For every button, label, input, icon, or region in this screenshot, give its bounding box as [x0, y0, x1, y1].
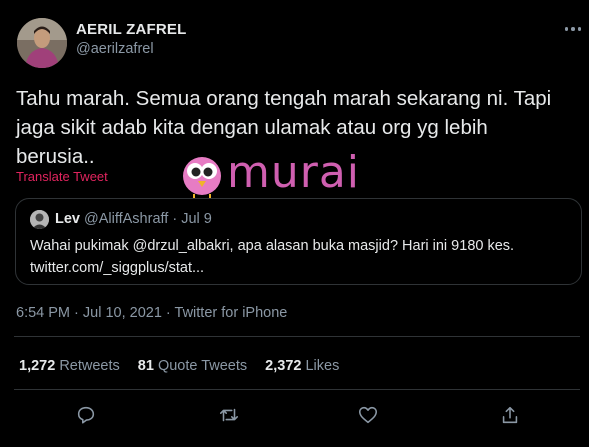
quote-tweets-stat[interactable]: 81 Quote Tweets	[138, 358, 247, 374]
divider	[14, 336, 580, 337]
quote-tweets-count: 81	[137, 358, 154, 374]
translate-tweet-link[interactable]: Translate Tweet	[16, 169, 108, 184]
likes-label: Likes	[305, 358, 340, 374]
share-icon[interactable]	[499, 404, 523, 428]
quoted-tweet-card[interactable]: Lev @AliffAshraff · Jul 9 Wahai pukimak …	[15, 198, 582, 285]
watermark-text: murai	[227, 147, 361, 198]
retweet-icon[interactable]	[218, 404, 242, 428]
quote-tweets-label: Quote Tweets	[157, 358, 248, 374]
retweets-count: 1,272	[19, 358, 56, 374]
retweets-stat[interactable]: 1,272 Retweets	[19, 358, 120, 374]
quoted-text-link: twitter.com/_siggplus/stat...	[30, 260, 205, 276]
quoted-tweet-text: Wahai pukimak @drzul_albakri, apa alasan…	[30, 235, 570, 279]
retweets-label: Retweets	[59, 358, 120, 374]
more-icon[interactable]	[562, 24, 584, 34]
quoted-text-line-1: Wahai pukimak @drzul_albakri, apa alasan…	[30, 238, 515, 254]
quoted-author-handle-date: @AliffAshraff · Jul 9	[84, 211, 212, 227]
likes-count: 2,372	[265, 358, 302, 374]
quoted-author-avatar	[30, 210, 49, 229]
reply-icon[interactable]	[75, 404, 99, 428]
action-bar	[0, 404, 589, 428]
tweet-timestamp-source[interactable]: 6:54 PM · Jul 10, 2021 · Twitter for iPh…	[16, 305, 287, 321]
avatar-photo	[17, 18, 67, 68]
author-avatar[interactable]	[17, 18, 67, 68]
quoted-avatar-photo	[30, 210, 49, 229]
divider	[14, 389, 580, 390]
likes-stat[interactable]: 2,372 Likes	[265, 358, 339, 374]
heart-icon[interactable]	[357, 404, 381, 428]
quoted-author-name: Lev	[55, 211, 80, 227]
engagement-stats: 1,272 Retweets 81 Quote Tweets 2,372 Lik…	[19, 358, 339, 374]
author-handle[interactable]: @aerilzafrel	[76, 41, 154, 57]
author-display-name[interactable]: AERIL ZAFREL	[76, 21, 186, 38]
